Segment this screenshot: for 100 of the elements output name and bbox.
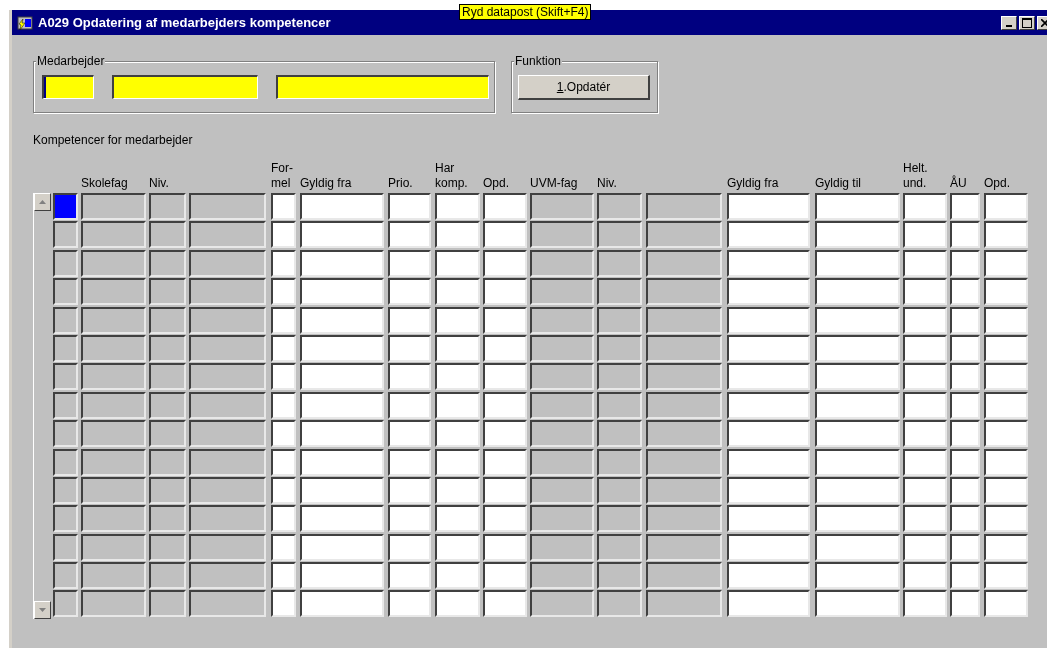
row-marker[interactable] — [53, 391, 78, 419]
input-field[interactable] — [388, 533, 431, 561]
input-field[interactable] — [388, 306, 431, 334]
input-field[interactable] — [984, 476, 1028, 504]
input-field[interactable] — [950, 562, 980, 590]
input-field[interactable] — [815, 505, 900, 533]
input-field[interactable] — [950, 505, 980, 533]
input-field[interactable] — [388, 221, 431, 249]
input-field[interactable] — [950, 533, 980, 561]
input-field[interactable] — [984, 249, 1028, 277]
input-field[interactable] — [276, 75, 489, 99]
input-field[interactable] — [903, 278, 947, 306]
input-field[interactable] — [271, 420, 296, 448]
input-field[interactable] — [903, 420, 947, 448]
input-field[interactable] — [903, 306, 947, 334]
input-field[interactable] — [483, 590, 527, 618]
input-field[interactable] — [483, 221, 527, 249]
input-field[interactable] — [727, 448, 810, 476]
input-field[interactable] — [950, 448, 980, 476]
input-field[interactable] — [271, 363, 296, 391]
input-field[interactable] — [727, 533, 810, 561]
input-field[interactable] — [727, 249, 810, 277]
input-field[interactable] — [727, 306, 810, 334]
input-field[interactable] — [435, 278, 480, 306]
input-field[interactable] — [300, 193, 384, 220]
input-field[interactable] — [435, 334, 480, 362]
row-marker[interactable] — [53, 420, 78, 448]
input-field[interactable] — [984, 590, 1028, 618]
row-marker[interactable] — [53, 476, 78, 504]
input-field[interactable] — [903, 391, 947, 419]
input-field[interactable] — [984, 448, 1028, 476]
input-field[interactable] — [435, 476, 480, 504]
input-field[interactable] — [483, 278, 527, 306]
input-field[interactable] — [435, 448, 480, 476]
input-field[interactable] — [984, 221, 1028, 249]
input-field[interactable] — [950, 278, 980, 306]
input-field[interactable] — [271, 505, 296, 533]
input-field[interactable] — [435, 249, 480, 277]
input-field[interactable] — [271, 278, 296, 306]
input-field[interactable] — [950, 193, 980, 220]
row-marker[interactable] — [53, 249, 78, 277]
input-field[interactable] — [271, 334, 296, 362]
input-field[interactable] — [483, 249, 527, 277]
input-field[interactable] — [950, 221, 980, 249]
input-field[interactable] — [483, 420, 527, 448]
input-field[interactable] — [727, 420, 810, 448]
input-field[interactable] — [950, 249, 980, 277]
row-marker[interactable] — [53, 448, 78, 476]
input-field[interactable] — [300, 448, 384, 476]
input-field[interactable] — [815, 590, 900, 618]
input-field[interactable] — [271, 306, 296, 334]
input-field[interactable] — [435, 562, 480, 590]
input-field[interactable] — [727, 505, 810, 533]
input-field[interactable] — [727, 193, 810, 220]
input-field[interactable] — [435, 221, 480, 249]
row-marker[interactable] — [53, 363, 78, 391]
input-field[interactable] — [903, 590, 947, 618]
input-field[interactable] — [271, 448, 296, 476]
input-field[interactable] — [300, 334, 384, 362]
maximize-button[interactable] — [1019, 15, 1035, 30]
input-field[interactable] — [388, 249, 431, 277]
input-field[interactable] — [300, 249, 384, 277]
input-field[interactable] — [903, 334, 947, 362]
input-field[interactable] — [271, 391, 296, 419]
row-marker[interactable] — [53, 505, 78, 533]
input-field[interactable] — [300, 363, 384, 391]
input-field[interactable] — [815, 391, 900, 419]
input-field[interactable] — [984, 391, 1028, 419]
input-field[interactable] — [815, 363, 900, 391]
input-field[interactable] — [984, 562, 1028, 590]
input-field[interactable] — [300, 562, 384, 590]
input-field[interactable] — [483, 533, 527, 561]
input-field[interactable] — [271, 533, 296, 561]
input-field[interactable] — [435, 391, 480, 419]
input-field[interactable] — [300, 306, 384, 334]
row-marker[interactable] — [53, 278, 78, 306]
input-field[interactable] — [950, 590, 980, 618]
input-field[interactable] — [388, 278, 431, 306]
input-field[interactable] — [483, 562, 527, 590]
input-field[interactable] — [984, 278, 1028, 306]
input-field[interactable] — [903, 476, 947, 504]
input-field[interactable] — [435, 590, 480, 618]
input-field[interactable] — [388, 590, 431, 618]
row-marker[interactable] — [53, 562, 78, 590]
row-marker[interactable] — [53, 306, 78, 334]
input-field[interactable] — [483, 193, 527, 220]
input-field[interactable] — [388, 420, 431, 448]
input-field[interactable] — [300, 590, 384, 618]
input-field[interactable] — [727, 363, 810, 391]
input-field[interactable] — [903, 221, 947, 249]
scroll-up-icon[interactable] — [34, 193, 51, 211]
input-field[interactable] — [271, 476, 296, 504]
input-field[interactable] — [815, 334, 900, 362]
input-field[interactable] — [388, 193, 431, 220]
input-field[interactable] — [271, 562, 296, 590]
input-field[interactable] — [815, 476, 900, 504]
input-field[interactable] — [815, 420, 900, 448]
input-field[interactable] — [271, 193, 296, 220]
input-field[interactable] — [727, 590, 810, 618]
input-field[interactable] — [727, 221, 810, 249]
